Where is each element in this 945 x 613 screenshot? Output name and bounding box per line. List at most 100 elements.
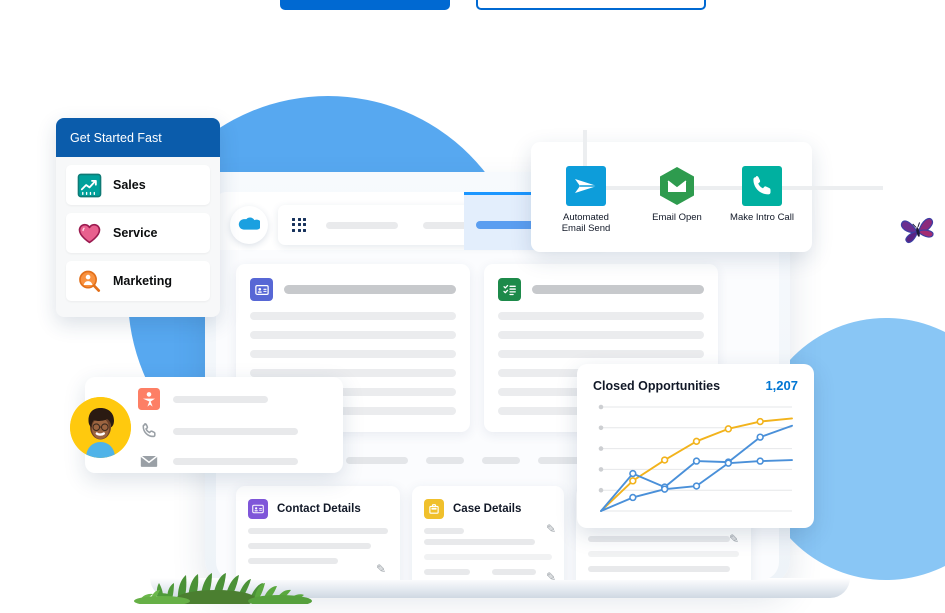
send-email-icon — [566, 166, 606, 206]
edit-pencil-icon[interactable]: ✎ — [546, 570, 556, 580]
phone-call-icon — [742, 166, 782, 206]
get-started-header: Get Started Fast — [56, 118, 220, 157]
hexagon-envelope-glyph — [660, 167, 694, 205]
butterfly-icon — [896, 210, 940, 254]
chart-data-point — [724, 425, 733, 433]
case-briefcase-icon — [424, 499, 444, 519]
detail-card-title: Contact Details — [277, 503, 361, 515]
illustration-canvas: Contact Details ✎ Case Details ✎ ✎ ✎ Get… — [0, 0, 945, 613]
chart-value: 1,207 — [765, 378, 798, 393]
chart-data-point — [724, 459, 733, 467]
person-search-icon — [79, 270, 101, 292]
person-email-placeholder — [173, 457, 298, 465]
card-line — [250, 312, 456, 320]
contact-card-icon — [250, 278, 273, 301]
detail-line — [424, 539, 536, 545]
chart-card-closed-opportunities[interactable]: Closed Opportunities 1,207 — [577, 364, 814, 528]
detail-divider — [588, 551, 739, 557]
person-contact-card — [70, 377, 343, 475]
phone-glyph — [142, 422, 156, 438]
avatar — [70, 397, 131, 458]
flow-node-label: Email Open — [652, 212, 702, 223]
strip-placeholder — [482, 457, 520, 464]
sales-chart-icon — [77, 173, 102, 197]
secondary-cta-button[interactable] — [476, 0, 706, 10]
card-line — [498, 350, 704, 358]
heart-icon — [78, 223, 101, 243]
sidebar-item-label: Service — [113, 226, 158, 240]
detail-card-header: Contact Details — [248, 499, 388, 519]
card-header — [250, 278, 456, 301]
sidebar-item-marketing[interactable]: Marketing — [66, 261, 210, 301]
contact-card-icon — [248, 499, 268, 519]
get-started-panel: Get Started Fast Sales Service Marketing — [56, 118, 220, 317]
chart-data-point — [756, 457, 764, 465]
salesforce-cloud-icon[interactable] — [230, 206, 268, 244]
card-line — [250, 331, 456, 339]
detail-card-header: Case Details — [424, 499, 552, 519]
chart-data-point — [629, 493, 637, 502]
chart-data-point — [692, 437, 701, 446]
chart-axis-dot — [598, 446, 604, 451]
contact-glyph — [254, 284, 269, 295]
task-list-glyph — [502, 284, 516, 295]
detail-line — [424, 528, 464, 534]
detail-card-case-details[interactable]: Case Details ✎ ✎ — [412, 486, 564, 580]
flow-node-label: Make Intro Call — [730, 212, 794, 223]
paper-plane-glyph — [575, 179, 597, 193]
envelope-glyph — [140, 455, 158, 467]
edit-pencil-icon[interactable]: ✎ — [729, 532, 739, 546]
flow-panel: Automated Email Send Email Open Make Intr — [531, 130, 883, 252]
chart-data-point — [660, 456, 669, 464]
sidebar-item-label: Marketing — [113, 274, 173, 288]
phone-glyph — [753, 176, 771, 195]
chart-axis-dot — [598, 467, 604, 472]
flow-node-automated-email-send[interactable]: Automated Email Send — [547, 166, 625, 234]
active-tab-label-placeholder — [476, 221, 538, 229]
primary-cta-button[interactable] — [280, 0, 450, 10]
detail-line — [588, 536, 730, 542]
edit-pencil-icon[interactable]: ✎ — [376, 562, 386, 576]
person-row-name[interactable] — [135, 385, 268, 413]
chart-data-point — [756, 417, 764, 426]
grass-bush-icon — [130, 556, 315, 608]
card-line — [250, 350, 456, 358]
grass-glyph — [134, 573, 312, 608]
card-line — [498, 331, 704, 339]
person-name-placeholder — [173, 395, 268, 403]
strip-placeholder — [426, 457, 464, 464]
card-header — [498, 278, 704, 301]
chart-data-point — [692, 482, 701, 490]
flow-node-make-intro-call[interactable]: Make Intro Call — [723, 166, 801, 223]
chart-title: Closed Opportunities — [593, 379, 721, 393]
briefcase-glyph — [429, 504, 439, 514]
app-launcher-grid-icon[interactable] — [292, 217, 307, 233]
envelope-icon — [135, 447, 163, 475]
chart-axis-dot — [598, 404, 604, 410]
person-badge-glyph — [138, 388, 160, 410]
butterfly-glyph — [900, 217, 934, 244]
detail-line — [424, 569, 470, 575]
card-title-placeholder — [532, 285, 704, 294]
cloud-glyph — [238, 217, 260, 230]
card-line — [250, 369, 456, 377]
chart-axis-dot — [598, 425, 604, 431]
chart-data-point — [629, 469, 637, 478]
sidebar-item-label: Sales — [113, 178, 146, 192]
edit-pencil-icon[interactable]: ✎ — [546, 522, 556, 536]
person-row-email[interactable] — [135, 447, 298, 475]
sidebar-item-sales[interactable]: Sales — [66, 165, 210, 205]
strip-placeholder — [346, 457, 408, 464]
contact-person-icon — [135, 385, 163, 413]
task-list-icon — [498, 278, 521, 301]
chart-data-point — [629, 477, 637, 485]
sidebar-item-service[interactable]: Service — [66, 213, 210, 253]
chart-axis-dot — [598, 487, 604, 493]
card-title-placeholder — [284, 285, 456, 294]
flow-node-email-open[interactable]: Email Open — [638, 166, 716, 223]
person-row-phone[interactable] — [135, 417, 298, 445]
phone-icon — [135, 417, 163, 445]
nav-item-placeholder[interactable] — [326, 221, 398, 229]
detail-line — [248, 528, 388, 534]
chart-header: Closed Opportunities 1,207 — [593, 378, 798, 393]
